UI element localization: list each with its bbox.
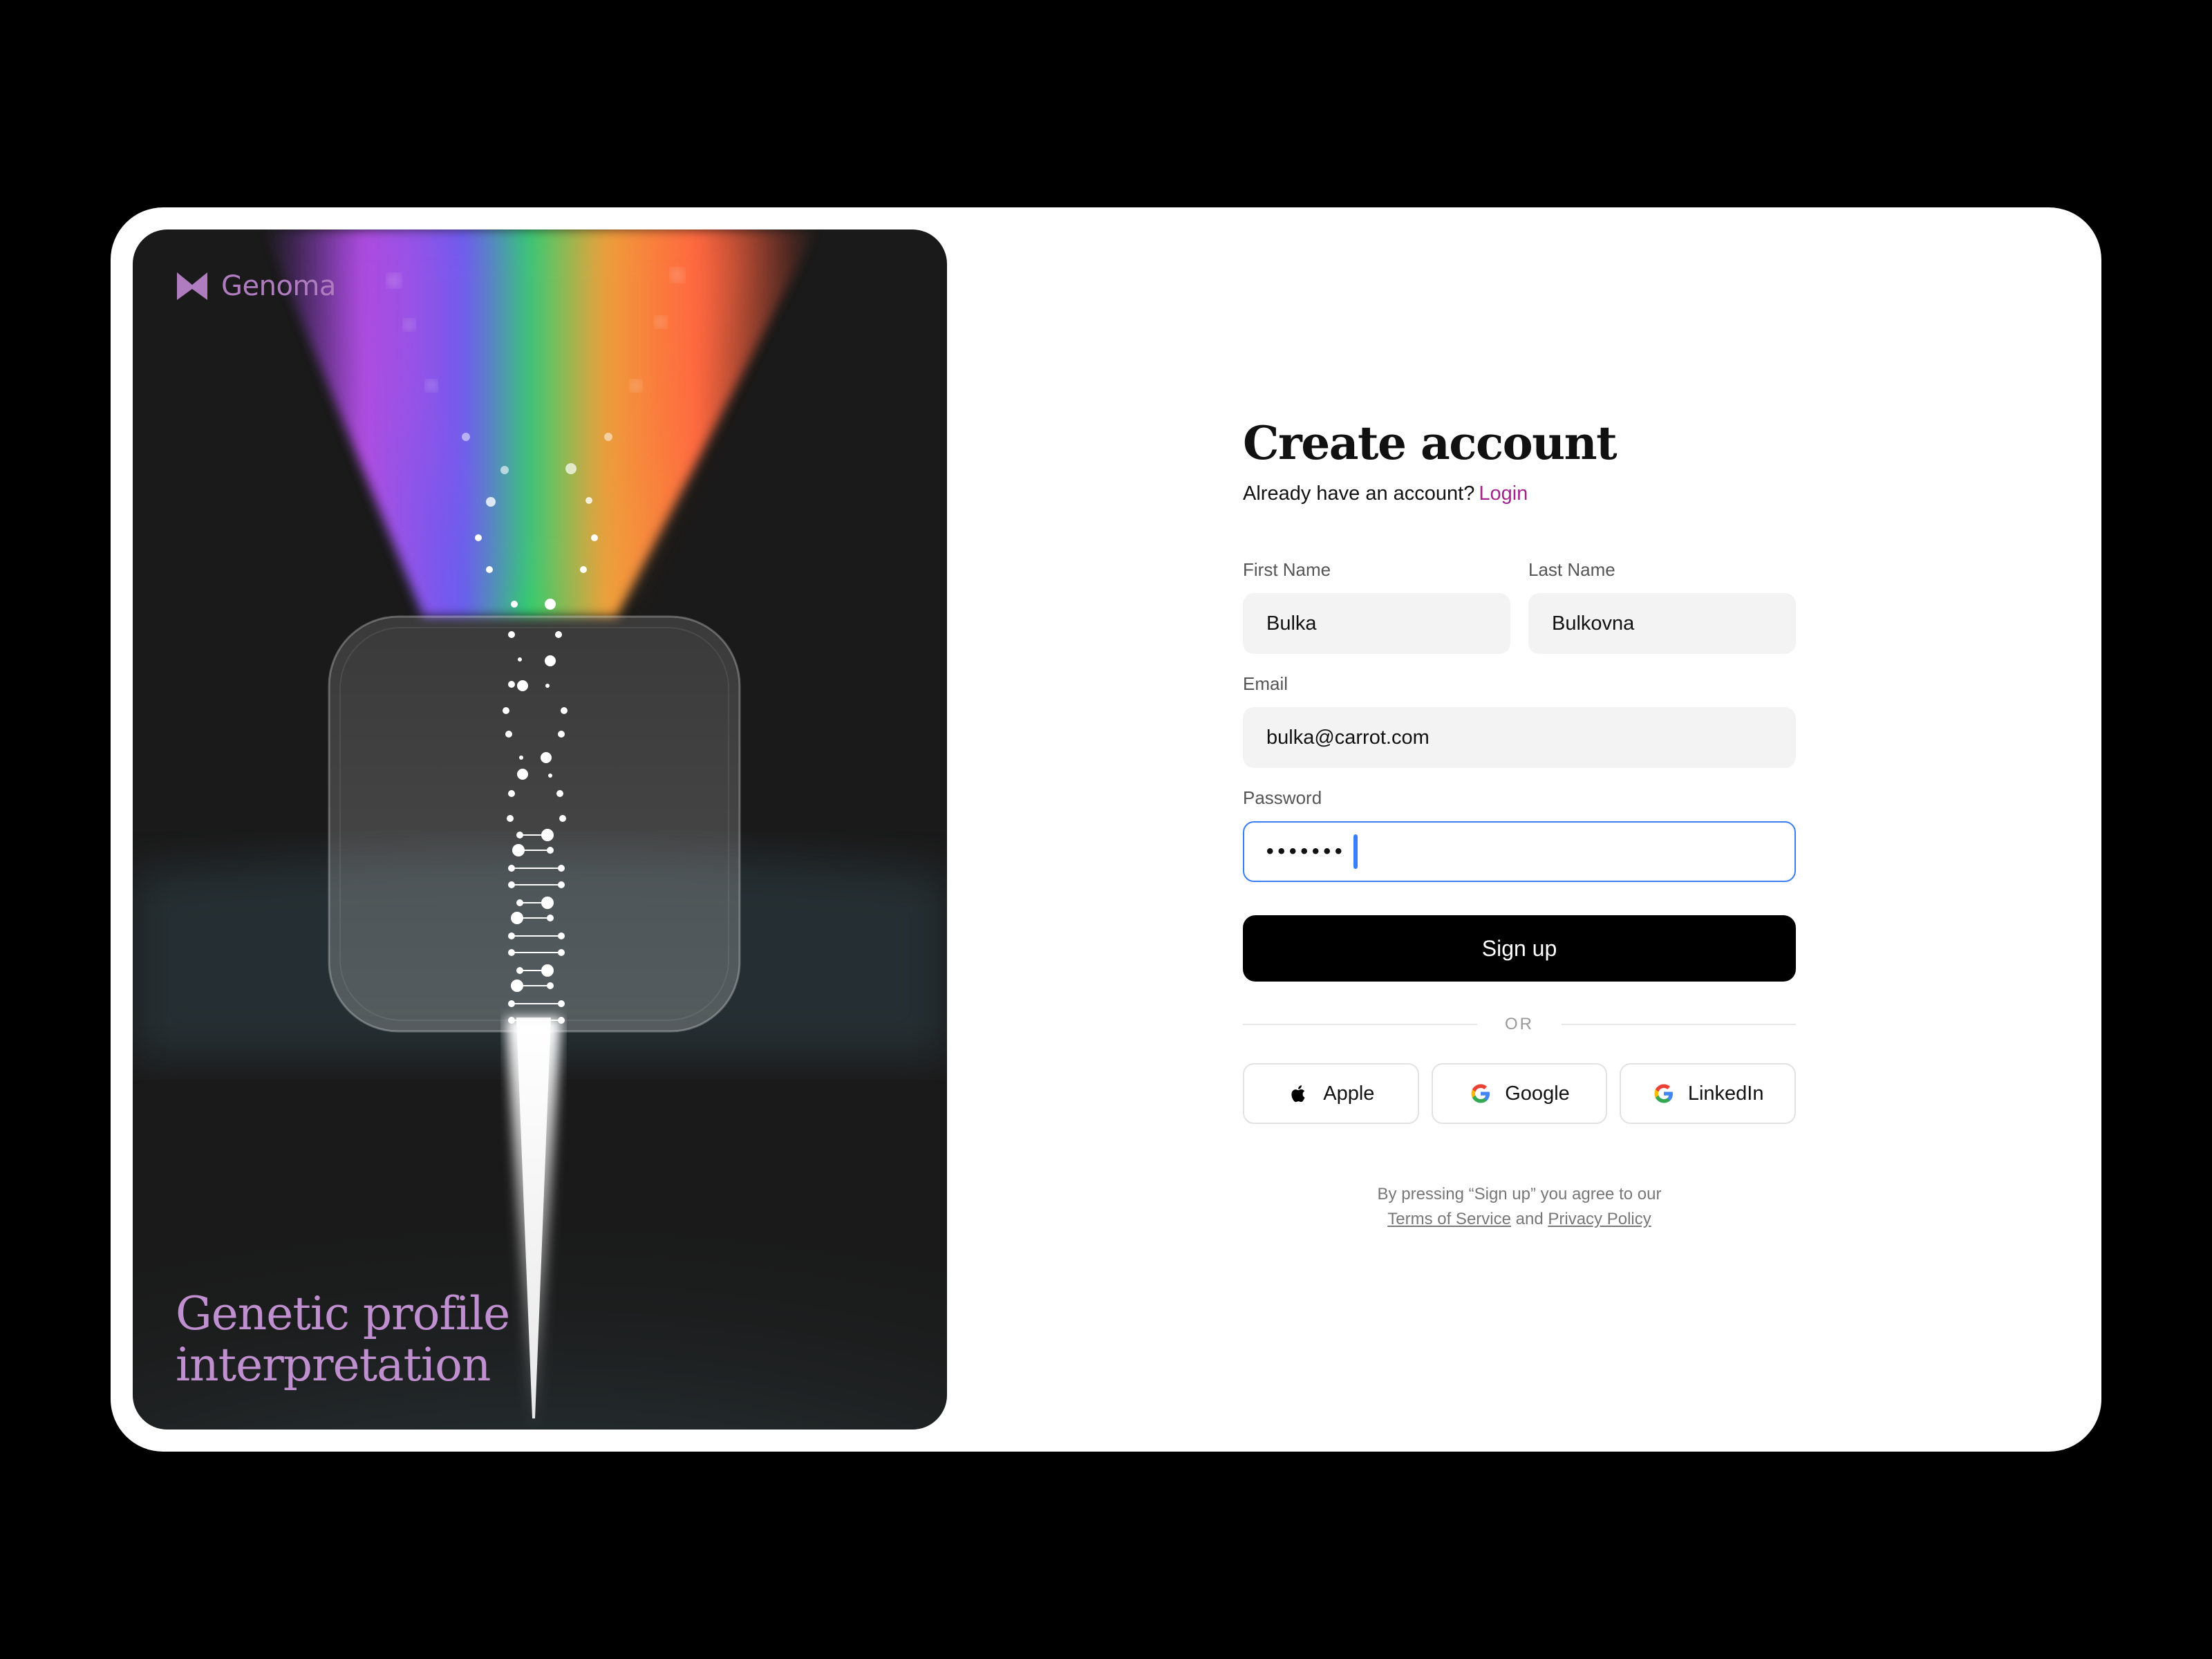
hero-tagline: Genetic profile interpretation [176, 1287, 510, 1391]
google-icon [1471, 1084, 1490, 1103]
name-row: First Name Bulka Last Name Bulkovna [1243, 559, 1796, 654]
divider-text: OR [1505, 1015, 1534, 1033]
email-input[interactable]: bulka@carrot.com [1243, 707, 1796, 768]
login-prompt: Already have an account? Login [1243, 482, 1796, 505]
brand-name: Genoma [221, 270, 336, 302]
page-title: Create account [1243, 416, 1618, 470]
first-name-input[interactable]: Bulka [1243, 593, 1510, 654]
password-masked-value: ••••••• [1266, 840, 1347, 863]
signup-form: Create account Already have an account? L… [1243, 415, 1797, 1232]
sign-up-button[interactable]: Sign up [1243, 915, 1796, 982]
email-label: Email [1243, 673, 1288, 694]
last-name-field-group: Last Name Bulkovna [1528, 559, 1796, 654]
apple-icon [1291, 1085, 1305, 1103]
linkedin-login-label: LinkedIn [1687, 1082, 1764, 1105]
password-input[interactable]: ••••••• [1243, 821, 1796, 882]
password-field-group: Password ••••••• [1243, 787, 1796, 882]
legal-and-text: and [1515, 1210, 1544, 1228]
first-name-label: First Name [1243, 559, 1331, 580]
terms-of-service-link[interactable]: Terms of Service [1387, 1210, 1511, 1228]
or-divider: OR [1243, 1015, 1796, 1034]
tagline-line-2: interpretation [176, 1338, 491, 1391]
login-prompt-text: Already have an account? [1243, 482, 1475, 505]
genoma-logo-icon [177, 272, 207, 300]
last-name-label: Last Name [1528, 559, 1615, 580]
divider-line-right [1562, 1024, 1796, 1025]
first-name-field-group: First Name Bulka [1243, 559, 1510, 654]
apple-login-button[interactable]: Apple [1243, 1063, 1419, 1124]
password-label: Password [1243, 787, 1322, 808]
last-name-input[interactable]: Bulkovna [1528, 593, 1796, 654]
spectrum-illustration [133, 229, 947, 1430]
brand-logo: Genoma [176, 270, 336, 303]
linkedin-login-button[interactable]: LinkedIn [1620, 1063, 1797, 1124]
social-login-row: Apple Google LinkedIn [1243, 1063, 1797, 1124]
divider-line-left [1243, 1024, 1477, 1025]
email-field-group: Email bulka@carrot.com [1243, 673, 1796, 768]
tagline-line-1: Genetic profile [176, 1287, 510, 1340]
legal-notice: By pressing “Sign up” you agree to our T… [1243, 1182, 1796, 1232]
privacy-policy-link[interactable]: Privacy Policy [1548, 1210, 1651, 1228]
google-login-label: Google [1505, 1082, 1570, 1105]
text-caret [1353, 834, 1358, 869]
google-icon [1654, 1084, 1673, 1103]
hero-illustration-panel: Genoma Genetic profile interpretation [133, 229, 947, 1430]
google-login-button[interactable]: Google [1431, 1063, 1608, 1124]
apple-login-label: Apple [1323, 1082, 1375, 1105]
legal-text: By pressing “Sign up” you agree to our [1377, 1185, 1662, 1203]
login-link[interactable]: Login [1479, 482, 1528, 505]
